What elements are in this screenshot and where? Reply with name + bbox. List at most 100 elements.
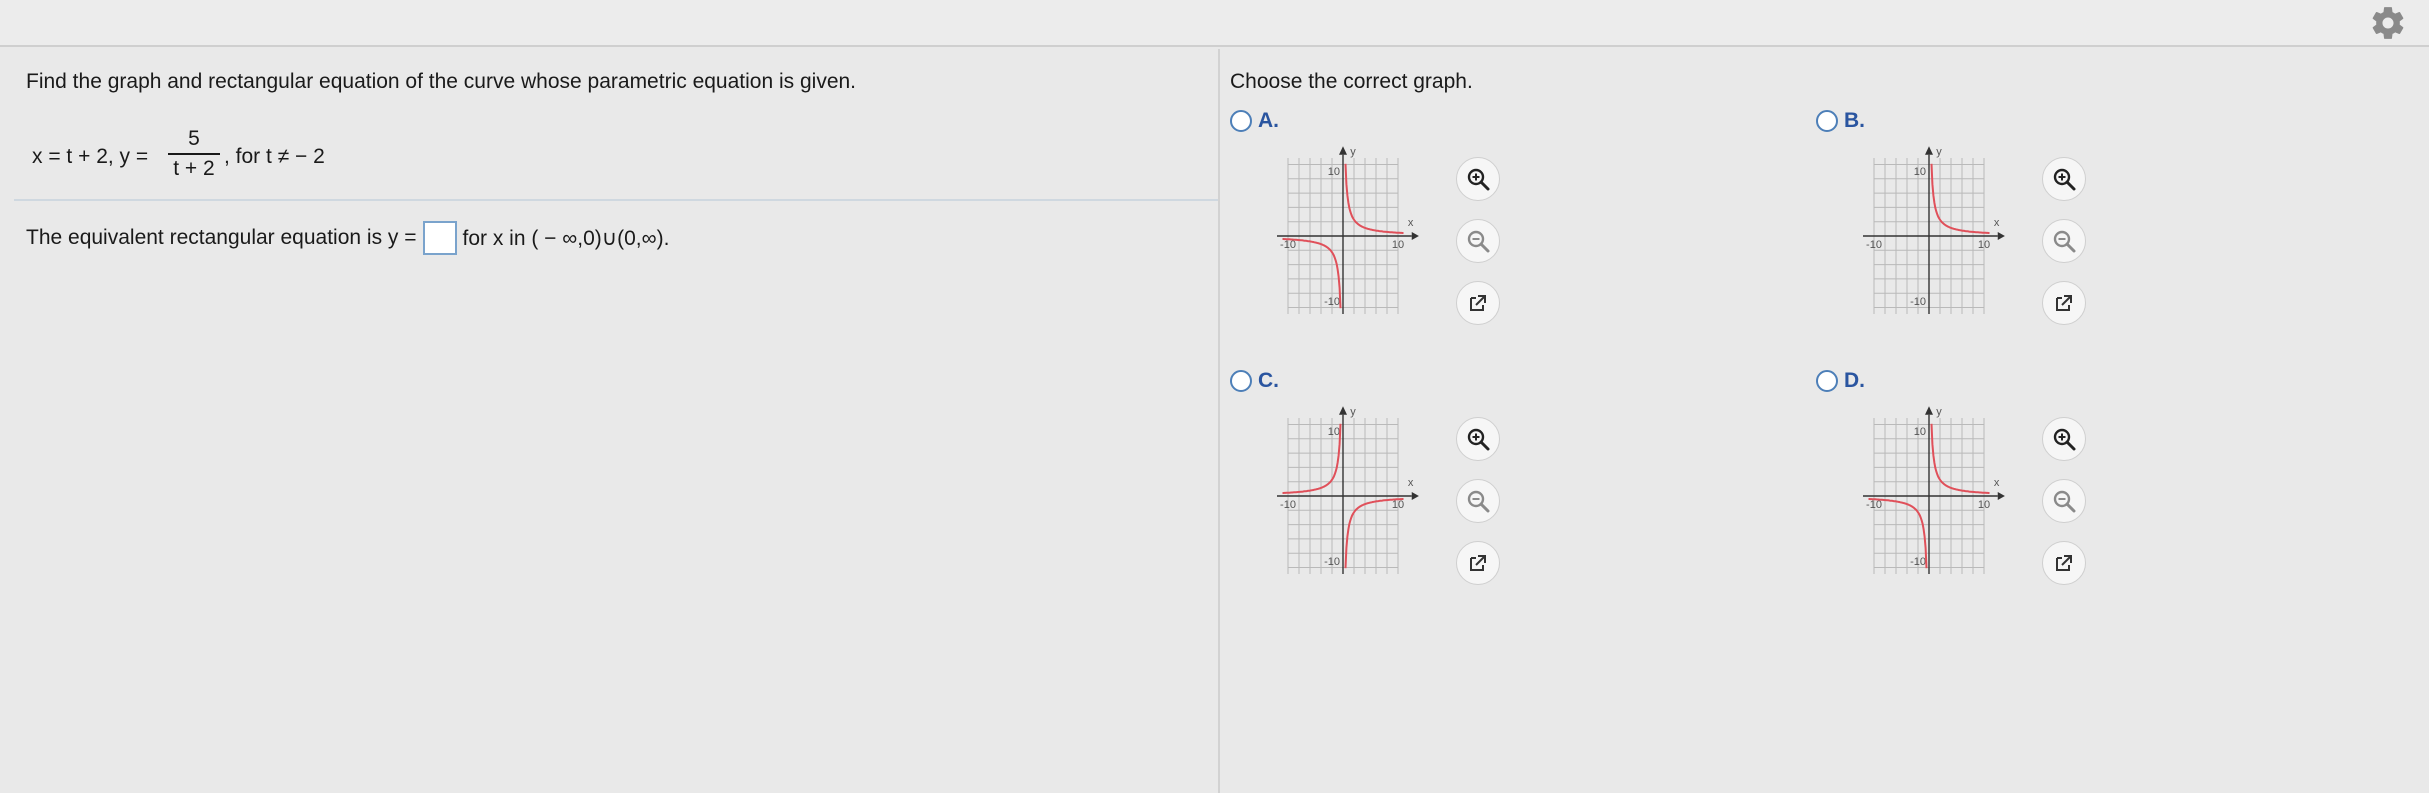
x-axis-arrow [1997, 492, 2005, 500]
option-b-radio-row[interactable]: B. [1816, 109, 1865, 133]
zoom-in-button[interactable] [1456, 417, 1500, 461]
y-axis-label: y [1936, 406, 1942, 418]
option-b-radio[interactable] [1816, 110, 1838, 132]
zoom-out-icon [2053, 230, 2076, 253]
fraction-numerator: 5 [188, 127, 200, 150]
option-d-radio[interactable] [1816, 370, 1838, 392]
arrow-out [1475, 295, 1486, 306]
section-divider [14, 199, 1218, 201]
zoom-out-button[interactable] [1456, 219, 1500, 263]
x-tick-label-right: 10 [1392, 239, 1404, 251]
y-axis-arrow [1925, 406, 1933, 415]
arrow-out [2061, 555, 2072, 566]
zoom-in-icon [2053, 168, 2076, 191]
param-fraction: 5 t + 2 [164, 127, 224, 181]
zoom-in-icon [1467, 428, 1490, 451]
option-d: D. 10 -10 -10 10 x y [1806, 369, 2106, 609]
x-tick-label-left: -10 [1280, 239, 1296, 251]
x-axis-arrow [1411, 232, 1419, 240]
option-a: A. 10 -10 -10 10 x y [1220, 109, 1520, 349]
open-external-button[interactable] [2042, 281, 2086, 325]
choices-pane: Choose the correct graph. A. 10 -10 -10 10 x… [1220, 49, 2429, 793]
zoom-in-button[interactable] [1456, 157, 1500, 201]
option-c: C. 10 -10 -10 10 x y [1220, 369, 1520, 609]
y-axis-arrow [1339, 406, 1347, 415]
x-axis-label: x [1994, 217, 2000, 229]
x-tick-label-right: 10 [1978, 239, 1990, 251]
param-condition: , for t ≠ − 2 [224, 145, 325, 168]
answer-line: The equivalent rectangular equation is y… [26, 221, 669, 255]
magnifier-handle [1479, 180, 1490, 191]
zoom-out-icon [1467, 230, 1490, 253]
answer-prefix: The equivalent rectangular equation is y… [26, 226, 417, 249]
x-axis-label: x [1994, 477, 2000, 489]
y-tick-label-top: 10 [1914, 166, 1926, 178]
zoom-in-button[interactable] [2042, 157, 2086, 201]
y-tick-label-top: 10 [1914, 426, 1926, 438]
option-c-radio[interactable] [1230, 370, 1252, 392]
open-external-icon [1470, 555, 1486, 571]
question-pane: Find the graph and rectangular equation … [0, 49, 1218, 793]
y-tick-label-bottom: -10 [1910, 556, 1926, 568]
open-external-button[interactable] [1456, 541, 1500, 585]
zoom-out-icon [1467, 490, 1490, 513]
choose-instruction: Choose the correct graph. [1230, 70, 1473, 93]
option-b-graph: 10 -10 -10 10 x y [1863, 146, 2005, 314]
option-a-radio[interactable] [1230, 110, 1252, 132]
x-tick-label-right: 10 [1392, 499, 1404, 511]
open-external-button[interactable] [1456, 281, 1500, 325]
x-tick-label-left: -10 [1280, 499, 1296, 511]
x-axis-arrow [1411, 492, 1419, 500]
magnifier-handle [2065, 242, 2076, 253]
magnifier-handle [1479, 502, 1490, 513]
app-root: Find the graph and rectangular equation … [0, 0, 2429, 793]
y-tick-label-top: 10 [1328, 426, 1340, 438]
fraction-bar [168, 153, 220, 155]
open-external-button[interactable] [2042, 541, 2086, 585]
zoom-out-icon [2053, 490, 2076, 513]
y-tick-label-top: 10 [1328, 166, 1340, 178]
arrow-out [1475, 555, 1486, 566]
option-b-label: B. [1844, 109, 1865, 132]
top-bar [0, 0, 2429, 47]
zoom-out-button[interactable] [1456, 479, 1500, 523]
magnifier-handle [2065, 440, 2076, 451]
y-axis-label: y [1936, 146, 1942, 158]
fraction-denominator: t + 2 [173, 157, 215, 180]
open-external-icon [1470, 295, 1486, 311]
gear-icon[interactable] [2369, 4, 2407, 42]
question-prompt: Find the graph and rectangular equation … [26, 70, 857, 93]
y-axis-label: y [1350, 146, 1356, 158]
option-c-graph: 10 -10 -10 10 x y [1277, 406, 1419, 574]
option-a-radio-row[interactable]: A. [1230, 109, 1279, 133]
y-axis-label: y [1350, 406, 1356, 418]
arrow-out [2061, 295, 2072, 306]
option-c-radio-row[interactable]: C. [1230, 369, 1279, 393]
magnifier-handle [1479, 440, 1490, 451]
zoom-out-button[interactable] [2042, 479, 2086, 523]
x-tick-label-right: 10 [1978, 499, 1990, 511]
x-axis-arrow [1997, 232, 2005, 240]
y-tick-label-bottom: -10 [1324, 556, 1340, 568]
zoom-in-button[interactable] [2042, 417, 2086, 461]
x-tick-label-left: -10 [1866, 499, 1882, 511]
param-x-expression: x = t + 2, y = [32, 145, 149, 168]
option-d-graph: 10 -10 -10 10 x y [1863, 406, 2005, 574]
x-axis-label: x [1408, 217, 1414, 229]
option-b: B. 10 -10 -10 10 x y [1806, 109, 2106, 349]
x-axis-label: x [1408, 477, 1414, 489]
zoom-out-button[interactable] [2042, 219, 2086, 263]
open-external-icon [2056, 555, 2072, 571]
magnifier-handle [2065, 180, 2076, 191]
open-external-icon [2056, 295, 2072, 311]
x-tick-label-left: -10 [1866, 239, 1882, 251]
y-tick-label-bottom: -10 [1910, 296, 1926, 308]
answer-input[interactable] [422, 221, 457, 255]
option-d-radio-row[interactable]: D. [1816, 369, 1865, 393]
y-axis-arrow [1925, 146, 1933, 155]
zoom-in-icon [2053, 428, 2076, 451]
y-axis-arrow [1339, 146, 1347, 155]
option-d-label: D. [1844, 369, 1865, 392]
zoom-in-icon [1467, 168, 1490, 191]
magnifier-handle [2065, 502, 2076, 513]
